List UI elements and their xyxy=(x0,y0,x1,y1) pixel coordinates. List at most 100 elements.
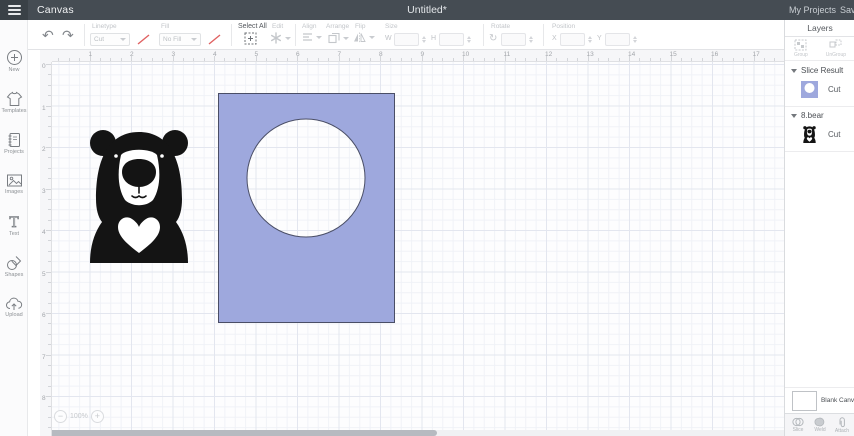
size-width-stepper[interactable] xyxy=(420,33,427,46)
material-row: Blank Canvas xyxy=(785,387,854,413)
select-all-button[interactable] xyxy=(244,32,257,45)
weld-icon xyxy=(814,417,825,427)
position-x-label: X xyxy=(552,35,557,42)
rotate-icon: ↻ xyxy=(489,33,498,44)
flip-dropdown[interactable] xyxy=(353,32,375,43)
align-label: Align xyxy=(302,23,317,30)
position-y-stepper[interactable] xyxy=(631,33,638,46)
fill-color-swatch[interactable] xyxy=(207,33,222,46)
chevron-down-icon xyxy=(191,38,197,41)
sidebar-item-shapes[interactable]: Shapes xyxy=(0,247,28,285)
redo-icon[interactable]: ↷ xyxy=(62,28,74,42)
chevron-down-icon xyxy=(343,36,349,40)
horizontal-scrollbar-track[interactable] xyxy=(40,430,784,436)
rotate-stepper[interactable] xyxy=(527,33,534,46)
group-icon xyxy=(794,39,807,51)
arrange-dropdown[interactable] xyxy=(328,32,349,44)
align-icon xyxy=(303,33,312,41)
plus-circle-icon xyxy=(6,50,22,65)
size-width-input[interactable] xyxy=(394,33,419,46)
layer-group-slice-result[interactable]: Slice Result xyxy=(791,66,843,75)
edit-toolbar: ↶ ↷ Linetype Cut Fill No Fill Select All… xyxy=(28,20,784,50)
select-all-label: Select All xyxy=(238,23,267,30)
rotate-input[interactable] xyxy=(501,33,526,46)
bear-thumbnail xyxy=(803,126,816,143)
save-link[interactable]: Save xyxy=(840,0,854,20)
size-height-stepper[interactable] xyxy=(465,33,472,46)
fill-dropdown[interactable]: No Fill xyxy=(159,33,201,46)
arrange-icon xyxy=(328,32,340,44)
material-label: Blank Canvas xyxy=(820,397,854,404)
layer-group-8bear[interactable]: 8.bear xyxy=(791,111,824,120)
position-label: Position xyxy=(552,23,576,30)
zoom-out-button[interactable]: − xyxy=(54,410,67,423)
app-header: Untitled* Canvas My Projects Save xyxy=(0,0,854,20)
select-all-icon xyxy=(244,32,257,45)
weld-button[interactable]: Weld xyxy=(810,417,830,433)
material-color-swatch[interactable] xyxy=(792,390,817,411)
group-actions-row: Group UnGroup xyxy=(785,37,854,61)
undo-icon[interactable]: ↶ xyxy=(42,28,54,42)
layers-panel: Layers Group UnGroup Slice Result Cut 8.… xyxy=(784,20,854,436)
attach-button[interactable]: Attach xyxy=(832,416,852,434)
edit-label: Edit xyxy=(272,23,284,30)
design-sidebar: New Templates Projects Images T Text Sha… xyxy=(0,20,28,436)
my-projects-link[interactable]: My Projects xyxy=(789,0,836,20)
text-icon: T xyxy=(9,214,20,230)
zoom-controls: − 100% + xyxy=(54,409,104,424)
slice-result-rectangle[interactable] xyxy=(218,93,395,323)
shapes-icon xyxy=(7,255,22,270)
tab-layers[interactable]: Layers xyxy=(785,20,854,37)
edit-dropdown[interactable] xyxy=(270,32,291,44)
position-y-input[interactable] xyxy=(605,33,630,46)
edit-icon xyxy=(271,32,281,44)
canvas-section-label: Canvas xyxy=(37,4,74,16)
chevron-down-icon xyxy=(791,113,797,118)
size-w-label: W xyxy=(385,35,392,42)
size-height-input[interactable] xyxy=(439,33,464,46)
bear-shape xyxy=(90,130,188,263)
slice-button[interactable]: Slice xyxy=(788,417,808,433)
ruler-horizontal: 01234567891011121314151617 xyxy=(40,50,786,62)
sidebar-item-text[interactable]: T Text xyxy=(0,206,28,244)
sidebar-item-upload[interactable]: Upload xyxy=(0,288,28,326)
ungroup-button[interactable]: UnGroup xyxy=(826,39,846,58)
linetype-color-swatch[interactable] xyxy=(136,33,151,46)
notebook-icon xyxy=(8,132,20,147)
svg-text:T: T xyxy=(9,215,19,230)
layer-item-slice-cut[interactable]: Cut xyxy=(801,81,840,98)
chevron-down-icon xyxy=(369,36,375,39)
sidebar-item-new[interactable]: New xyxy=(0,42,28,80)
ruler-corner xyxy=(40,50,52,62)
linetype-label: Linetype xyxy=(92,23,117,30)
align-dropdown[interactable] xyxy=(302,32,322,42)
position-x-input[interactable] xyxy=(560,33,585,46)
tshirt-icon xyxy=(6,91,22,106)
zoom-in-button[interactable]: + xyxy=(90,410,104,423)
rotate-label: Rotate xyxy=(491,23,511,30)
slice-rect-thumbnail xyxy=(801,81,818,98)
zoom-level: 100% xyxy=(70,413,88,420)
ruler-vertical: 012345678 xyxy=(40,62,52,436)
size-h-label: H xyxy=(431,35,437,42)
sidebar-item-projects[interactable]: Projects xyxy=(0,124,28,162)
flip-icon xyxy=(354,32,366,43)
group-button[interactable]: Group xyxy=(794,39,808,58)
layer-actions-bar: Slice Weld Attach xyxy=(785,413,854,436)
ungroup-icon xyxy=(829,39,842,48)
chevron-down-icon xyxy=(285,36,291,40)
size-label: Size xyxy=(385,23,398,30)
attach-icon xyxy=(839,416,845,427)
horizontal-scrollbar-thumb[interactable] xyxy=(45,430,437,436)
fill-label: Fill xyxy=(161,23,170,30)
arrange-label: Arrange xyxy=(326,23,350,30)
sidebar-item-images[interactable]: Images xyxy=(0,165,28,203)
slice-icon xyxy=(792,417,804,427)
chevron-down-icon xyxy=(791,68,797,73)
sidebar-item-templates[interactable]: Templates xyxy=(0,83,28,121)
linetype-dropdown[interactable]: Cut xyxy=(90,33,130,46)
layer-item-bear-cut[interactable]: Cut xyxy=(801,126,840,143)
position-x-stepper[interactable] xyxy=(586,33,593,46)
bear-silhouette[interactable] xyxy=(87,129,191,263)
document-title: Untitled* xyxy=(407,4,447,16)
